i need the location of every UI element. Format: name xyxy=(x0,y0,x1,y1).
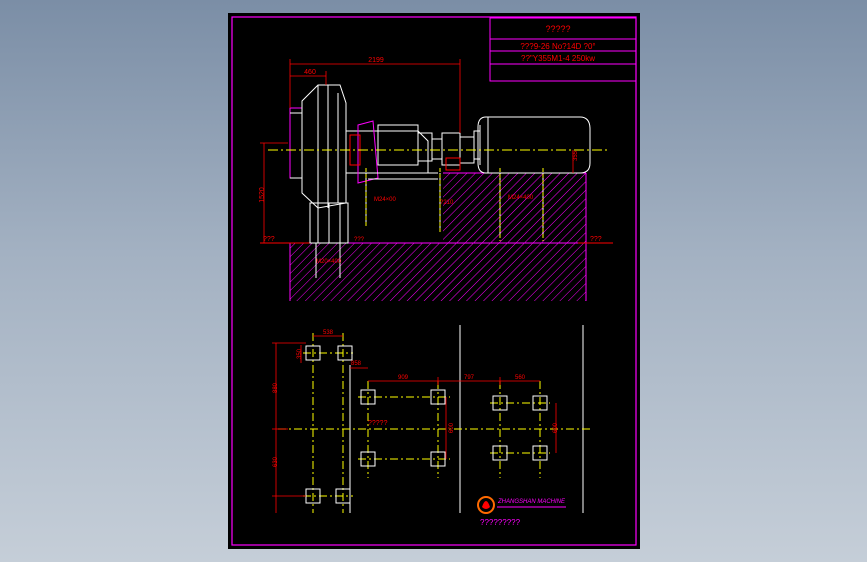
foundation-left xyxy=(290,243,586,301)
dim-858: 858 xyxy=(351,361,362,367)
base-mark: ??? xyxy=(354,237,365,243)
spec-line-2: ??"Y355M1-4 250kw xyxy=(521,54,595,63)
plan-dimensions xyxy=(272,335,557,513)
ground-right-label: ??? xyxy=(590,236,602,243)
dim-600: 600 xyxy=(449,422,455,433)
logo-company-text: ZHANGSHAN MACHINE xyxy=(497,499,566,505)
dim-2199: 2199 xyxy=(368,57,384,64)
dim-880: 880 xyxy=(273,382,279,393)
drawing-sheet: ????? ???9-26 No?14D ?0° ??"Y355M1-4 250… xyxy=(228,13,640,549)
dim-600b: 600 xyxy=(553,422,559,433)
coupling xyxy=(431,132,475,171)
bolt-label-right: M24×400 xyxy=(508,195,534,201)
dim-630: 630 xyxy=(273,456,279,467)
title-text: ????? xyxy=(545,24,570,34)
dim-355: 355 xyxy=(573,150,579,161)
plan-center-label: ????? xyxy=(368,420,388,427)
bolt-pads xyxy=(305,345,548,504)
dim-909: 909 xyxy=(398,375,409,381)
dim-460: 460 xyxy=(304,69,316,76)
bolt-label-mid1: M24×00 xyxy=(374,197,397,203)
fan-housing xyxy=(289,84,349,244)
ground-left-label: ??? xyxy=(263,236,275,243)
plan-view: 538 350 858 880 630 909 797 560 600 600 … xyxy=(272,325,593,513)
bearing-frame xyxy=(345,120,438,184)
dim-560: 560 xyxy=(515,375,526,381)
dim-538: 538 xyxy=(323,330,334,336)
logo-subtitle: ????????? xyxy=(480,518,521,527)
title-block: ????? ???9-26 No?14D ?0° ??"Y355M1-4 250… xyxy=(489,17,637,82)
foundation-right xyxy=(443,173,586,243)
dim-350: 350 xyxy=(297,348,303,359)
company-logo: ZHANGSHAN MACHINE ????????? xyxy=(477,496,566,527)
dim-1520: 1520 xyxy=(259,187,266,203)
bolt-label-mid2: ?210 xyxy=(440,200,454,206)
bolt-label-left: M20×400 xyxy=(316,259,342,265)
spec-line-1: ???9-26 No?14D ?0° xyxy=(520,42,595,51)
dim-797: 797 xyxy=(464,375,475,381)
motor xyxy=(473,116,591,174)
elevation-view: ??? ??? 2199 460 1520 355 M20×400 ??? M2… xyxy=(259,57,613,301)
